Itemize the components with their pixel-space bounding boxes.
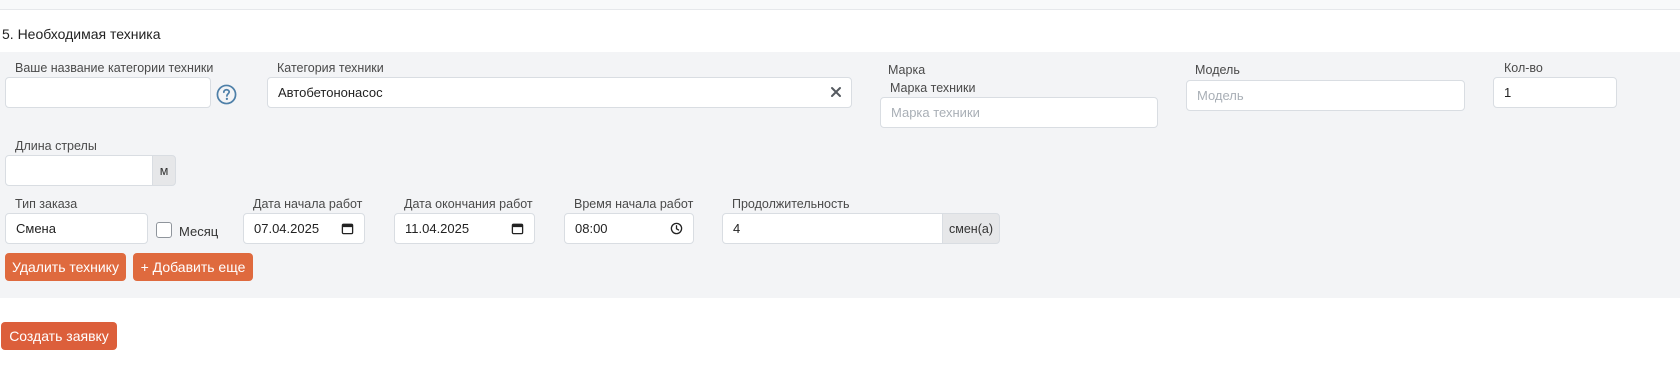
boom-length-input[interactable]	[5, 155, 153, 186]
start-time-input[interactable]: 08:00	[564, 213, 694, 244]
end-date-label: Дата окончания работ	[404, 197, 533, 211]
boom-length-unit: м	[152, 155, 176, 186]
calendar-icon[interactable]	[341, 222, 354, 235]
boom-length-label: Длина стрелы	[15, 139, 97, 153]
custom-category-input[interactable]	[5, 77, 211, 108]
month-checkbox[interactable]	[156, 222, 172, 238]
month-label: Месяц	[179, 224, 219, 239]
start-time-label: Время начала работ	[574, 197, 694, 211]
duration-input[interactable]: 4	[722, 213, 943, 244]
previous-section-edge	[0, 0, 1680, 10]
brand-label: Марка	[888, 63, 926, 77]
start-date-label: Дата начала работ	[253, 197, 363, 211]
duration-label: Продолжительность	[732, 197, 850, 211]
quantity-input[interactable]: 1	[1493, 77, 1617, 108]
clock-icon[interactable]	[670, 222, 683, 235]
quantity-label: Кол-во	[1504, 61, 1543, 75]
order-type-label: Тип заказа	[15, 197, 78, 211]
calendar-icon[interactable]	[511, 222, 524, 235]
model-label: Модель	[1195, 63, 1240, 77]
model-input[interactable]: Модель	[1186, 80, 1465, 111]
end-date-input[interactable]: 11.04.2025	[394, 213, 535, 244]
brand-sublabel: Марка техники	[890, 81, 976, 95]
order-type-select[interactable]: Смена	[5, 213, 148, 244]
category-select[interactable]: Автобетононасос	[267, 77, 852, 108]
create-request-button[interactable]: Создать заявку	[1, 322, 117, 350]
custom-category-label: Ваше название категории техники	[15, 61, 214, 75]
category-label: Категория техники	[277, 61, 384, 75]
start-date-input[interactable]: 07.04.2025	[243, 213, 365, 244]
duration-unit: смен(а)	[942, 213, 1000, 244]
add-more-button[interactable]: + Добавить еще	[133, 253, 253, 281]
section-title: 5. Необходимая техника	[2, 26, 161, 42]
close-icon[interactable]	[829, 85, 843, 99]
category-value: Автобетононасос	[278, 85, 383, 100]
delete-equipment-button[interactable]: Удалить технику	[5, 253, 126, 281]
question-circle-icon[interactable]	[216, 84, 237, 105]
brand-input[interactable]: Марка техники	[880, 97, 1158, 128]
